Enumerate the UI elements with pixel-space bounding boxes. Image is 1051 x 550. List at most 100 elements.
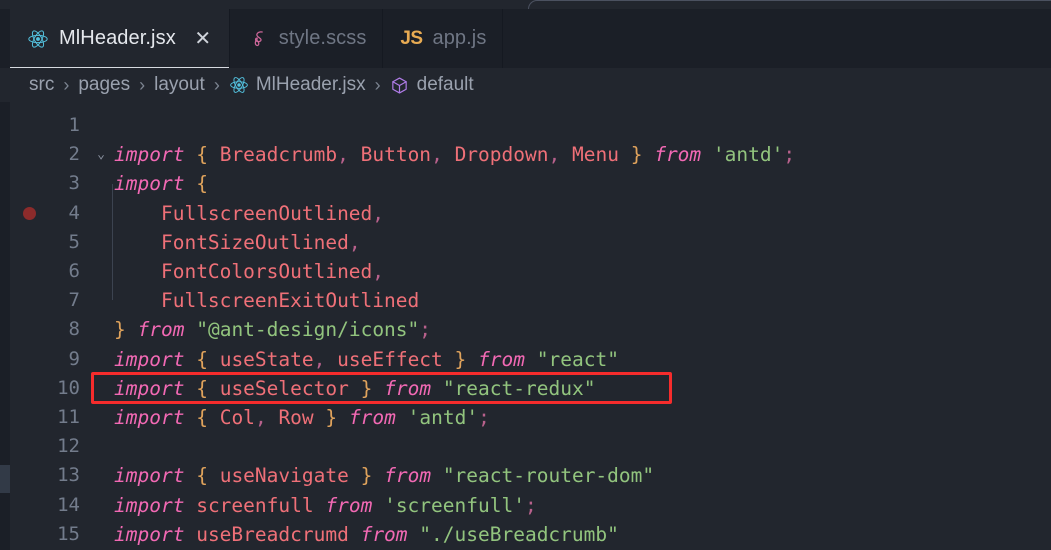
code-line-text: import { useState, useEffect } from "rea… (114, 345, 619, 374)
code-line[interactable]: import { Col, Row } from 'antd'; (92, 403, 1051, 432)
code-token: import (114, 143, 185, 167)
editor-tab-bar: MlHeader.jsx ✕ style.scss JS app.js (0, 9, 1051, 68)
symbol-cube-icon (390, 75, 410, 95)
tab-style-scss[interactable]: style.scss (230, 9, 384, 68)
code-line-text: import { Col, Row } from 'antd'; (114, 403, 490, 432)
code-editor[interactable]: 12345678910111213141516 ⌄import { Breadc… (0, 102, 1051, 550)
code-token: import (114, 376, 185, 400)
code-token: from (384, 464, 432, 488)
code-line-text: } from "@ant-design/icons"; (114, 315, 431, 344)
sass-icon (246, 27, 270, 51)
code-line[interactable]: import useBreadcrumd from "./useBreadcru… (92, 520, 1051, 549)
breadcrumb-item-mlheader-jsx[interactable]: MlHeader.jsx (227, 74, 368, 96)
code-token: 'screenfull' (384, 493, 525, 517)
react-icon (229, 75, 249, 95)
tab-app-js[interactable]: JS app.js (383, 9, 504, 68)
tab-label: app.js (432, 27, 487, 49)
code-line[interactable]: import { (92, 169, 1051, 198)
editor-gutter[interactable]: 12345678910111213141516 (10, 102, 92, 550)
code-token: , (372, 260, 385, 283)
code-token: FontSizeOutlined (160, 230, 349, 254)
code-token: FullscreenOutlined (160, 201, 373, 225)
breadcrumb-item-src[interactable]: src (27, 74, 56, 96)
code-token: , (372, 201, 385, 225)
code-line[interactable] (92, 432, 1051, 461)
code-token: import (114, 493, 185, 517)
code-line[interactable]: } from "@ant-design/icons"; (92, 315, 1051, 344)
breadcrumb-item-pages[interactable]: pages (76, 74, 132, 96)
tab-mlheader-jsx[interactable]: MlHeader.jsx ✕ (10, 9, 230, 68)
code-token: from (384, 376, 432, 400)
code-line[interactable]: import { useSelector } from "react-redux… (92, 374, 1051, 403)
vscode-editor-window: MlHeader.jsx ✕ style.scss JS app.js src … (0, 0, 1051, 550)
tab-label: style.scss (278, 27, 367, 49)
line-number: 6 (68, 260, 80, 282)
code-token: , (348, 230, 361, 254)
editor-scrollbar-thumb[interactable] (0, 465, 10, 493)
code-line-text: FontColorsOutlined, (114, 257, 384, 286)
code-line-text: import screenfull from 'screenfull'; (114, 491, 537, 520)
code-line[interactable]: import { useState, useEffect } from "rea… (92, 345, 1051, 374)
line-number: 8 (68, 318, 80, 341)
editor-scrollbar-track[interactable] (0, 102, 10, 550)
code-token: import (114, 406, 185, 429)
code-token: 'antd' (407, 406, 479, 429)
code-token: Menu (571, 143, 619, 167)
code-lines-container[interactable]: ⌄ import { Breadcrumb, Button, Dropdown, … (91, 102, 1051, 550)
code-line[interactable]: FullscreenOutlined, (92, 199, 1051, 228)
code-token: useSelector (219, 376, 349, 400)
code-token: { (196, 347, 208, 371)
code-token: ; (783, 143, 796, 167)
code-token: } (630, 143, 643, 167)
code-line[interactable]: ⌄ import { Breadcrumb, Button, Dropdown, … (92, 140, 1051, 169)
code-token: } (360, 464, 373, 488)
chevron-down-icon[interactable]: ⌄ (91, 140, 111, 169)
code-line-text: import { useSelector } from "react-redux… (114, 374, 595, 403)
code-token: Row (278, 406, 314, 429)
breadcrumb-item-layout[interactable]: layout (152, 74, 207, 96)
code-line[interactable]: import { useNavigate } from "react-route… (92, 461, 1051, 490)
code-line[interactable] (92, 111, 1051, 140)
code-line-text: FullscreenOutlined, (114, 199, 384, 228)
code-token: , (313, 347, 326, 371)
code-line[interactable]: import screenfull from 'screenfull'; (92, 491, 1051, 520)
code-token: "react" (536, 347, 619, 371)
tab-bar-empty-space (503, 9, 1051, 68)
breadcrumb-item-default[interactable]: default (388, 74, 476, 96)
code-token: { (196, 406, 208, 429)
code-line[interactable]: FontSizeOutlined, (92, 228, 1051, 257)
overlapping-panel-edge (528, 0, 1051, 9)
code-token: } (454, 347, 467, 371)
code-token: screenfull (196, 493, 314, 517)
breadcrumb-label: default (416, 74, 474, 95)
code-line[interactable]: FullscreenExitOutlined (92, 286, 1051, 315)
code-token: { (196, 464, 208, 488)
code-token: ; (419, 318, 432, 342)
close-icon[interactable]: ✕ (193, 28, 213, 50)
code-line[interactable]: FontColorsOutlined, (92, 257, 1051, 286)
code-token: { (196, 143, 208, 167)
tab-label: MlHeader.jsx (59, 27, 176, 49)
line-number: 12 (57, 435, 80, 458)
code-token: "react-redux" (442, 376, 596, 400)
